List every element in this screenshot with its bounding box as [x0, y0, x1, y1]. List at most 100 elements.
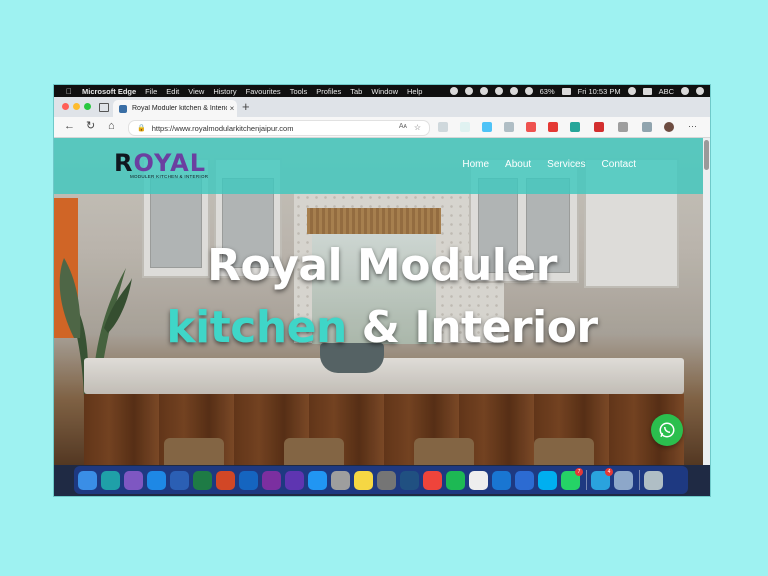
site-logo[interactable]: ROYAL MODULER KITCHEN & INTERIOR: [114, 151, 208, 179]
lock-icon[interactable]: 🔒: [137, 124, 146, 132]
menu-profiles[interactable]: Profiles: [316, 87, 341, 96]
collections-icon[interactable]: [642, 122, 652, 132]
wifi-icon[interactable]: [509, 87, 518, 95]
extension-grid-icon[interactable]: [504, 122, 514, 132]
battery-icon[interactable]: [561, 87, 571, 95]
extension-dislike-icon[interactable]: [548, 122, 558, 132]
add-favourite-icon[interactable]: ☆: [414, 123, 421, 132]
volume-icon[interactable]: [524, 87, 533, 95]
site-nav: Home About Services Contact: [446, 159, 636, 170]
menu-favourites[interactable]: Favourites: [246, 87, 281, 96]
input-source-icon[interactable]: [642, 87, 652, 95]
menu-window[interactable]: Window: [371, 87, 398, 96]
extension-cloud-icon[interactable]: [438, 122, 448, 132]
logo-tagline: MODULER KITCHEN & INTERIOR: [130, 174, 209, 179]
dock-separator: [639, 470, 640, 490]
dock-stickies-icon[interactable]: [354, 470, 373, 490]
nav-services[interactable]: Services: [547, 159, 585, 170]
logo-letter: R: [114, 149, 134, 177]
dock-siri-icon[interactable]: [285, 470, 304, 490]
dock-excel-icon[interactable]: [193, 470, 212, 490]
status-icon-3[interactable]: [479, 87, 488, 95]
extensions-puzzle-icon[interactable]: [618, 122, 628, 132]
dock-badge: 7: [575, 467, 583, 476]
dock-skype-icon[interactable]: [538, 470, 557, 490]
dock-outlook-icon[interactable]: [239, 470, 258, 490]
close-window-button[interactable]: [62, 103, 69, 110]
browser-tabbar: Royal Moduler kitchen & Interior × +: [54, 97, 710, 117]
dock-trash-icon[interactable]: [644, 470, 663, 490]
home-button[interactable]: ⌂: [108, 120, 115, 133]
extension-check-icon[interactable]: [570, 122, 580, 132]
tab-actions-icon[interactable]: [99, 103, 109, 112]
dock-spotify-icon[interactable]: [446, 470, 465, 490]
menu-tab[interactable]: Tab: [350, 87, 362, 96]
dock-system-preferences-icon[interactable]: [377, 470, 396, 490]
minimize-window-button[interactable]: [73, 103, 80, 110]
menu-history[interactable]: History: [213, 87, 236, 96]
dock-word-icon[interactable]: [170, 470, 189, 490]
menu-edit[interactable]: Edit: [166, 87, 179, 96]
dock-finder-icon[interactable]: [78, 470, 97, 490]
mac-dock: 74: [74, 466, 688, 494]
menu-app-name[interactable]: Microsoft Edge: [82, 87, 136, 96]
dock-textedit-icon[interactable]: [469, 470, 488, 490]
extension-copy-icon[interactable]: [482, 122, 492, 132]
address-bar[interactable]: 🔒 https://www.royalmodularkitchenjaipur.…: [128, 120, 430, 136]
dock-edge-icon[interactable]: [101, 470, 120, 490]
dock-anydesk-icon[interactable]: [423, 470, 442, 490]
back-button[interactable]: ←: [64, 120, 75, 133]
nav-home[interactable]: Home: [462, 159, 489, 170]
address-url[interactable]: https://www.royalmodularkitchenjaipur.co…: [152, 124, 294, 133]
dock-app-store-icon[interactable]: [308, 470, 327, 490]
hero-title-accent: kitchen: [166, 302, 347, 353]
read-aloud-icon[interactable]: Aᴀ: [399, 123, 407, 130]
nav-about[interactable]: About: [505, 159, 531, 170]
more-menu-button[interactable]: ···: [688, 120, 697, 133]
dock-separator: [586, 470, 587, 490]
extension-color-icon[interactable]: [526, 122, 536, 132]
search-icon[interactable]: [627, 87, 636, 95]
tab-favicon-icon: [119, 104, 127, 113]
dock-xcode-icon[interactable]: [492, 470, 511, 490]
nav-contact[interactable]: Contact: [602, 159, 636, 170]
whatsapp-button[interactable]: [651, 414, 683, 446]
extension-search-icon[interactable]: [460, 122, 470, 132]
extension-pdf-icon[interactable]: [594, 122, 604, 132]
control-center-icon[interactable]: [696, 87, 704, 95]
dock-whatsapp-icon[interactable]: 7: [561, 467, 583, 490]
dock-vscode-icon[interactable]: [147, 470, 166, 490]
page-scrollbar-thumb[interactable]: [704, 140, 709, 170]
menu-file[interactable]: File: [145, 87, 157, 96]
menu-tools[interactable]: Tools: [290, 87, 308, 96]
dock-badge: 4: [605, 467, 613, 476]
siri-icon[interactable]: [681, 87, 689, 95]
menu-view[interactable]: View: [188, 87, 204, 96]
refresh-button[interactable]: ↻: [86, 120, 95, 133]
status-icon-1[interactable]: [449, 87, 458, 95]
dock-simulator-icon[interactable]: [515, 470, 534, 490]
bluetooth-icon[interactable]: [494, 87, 503, 95]
hero-title-line1: Royal Moduler: [207, 240, 557, 291]
dock-onenote-icon[interactable]: [262, 470, 281, 490]
dock-preview-icon[interactable]: [614, 470, 633, 490]
tab-close-icon[interactable]: ×: [227, 104, 237, 113]
dock-launchpad-icon[interactable]: [331, 470, 350, 490]
screen:  Microsoft Edge File Edit View History …: [54, 85, 710, 496]
dock-sourcetree-icon[interactable]: [400, 470, 419, 490]
dock-visual-studio-icon[interactable]: [124, 470, 143, 490]
dock-telegram-icon[interactable]: 4: [591, 467, 613, 490]
hero-title-rest: & Interior: [346, 302, 598, 353]
browser-tab[interactable]: Royal Moduler kitchen & Interior ×: [113, 100, 237, 117]
input-source-label[interactable]: ABC: [659, 87, 674, 96]
menubar-clock[interactable]: Fri 10:53 PM: [578, 87, 621, 96]
apple-icon[interactable]: : [64, 87, 74, 96]
page-scrollbar[interactable]: [703, 138, 710, 465]
site-header: ROYAL MODULER KITCHEN & INTERIOR Home Ab…: [54, 138, 710, 194]
profile-avatar[interactable]: [664, 122, 674, 132]
menu-help[interactable]: Help: [407, 87, 422, 96]
new-tab-button[interactable]: +: [242, 100, 250, 114]
dock-powerpoint-icon[interactable]: [216, 470, 235, 490]
zoom-window-button[interactable]: [84, 103, 91, 110]
status-icon-2[interactable]: [464, 87, 473, 95]
